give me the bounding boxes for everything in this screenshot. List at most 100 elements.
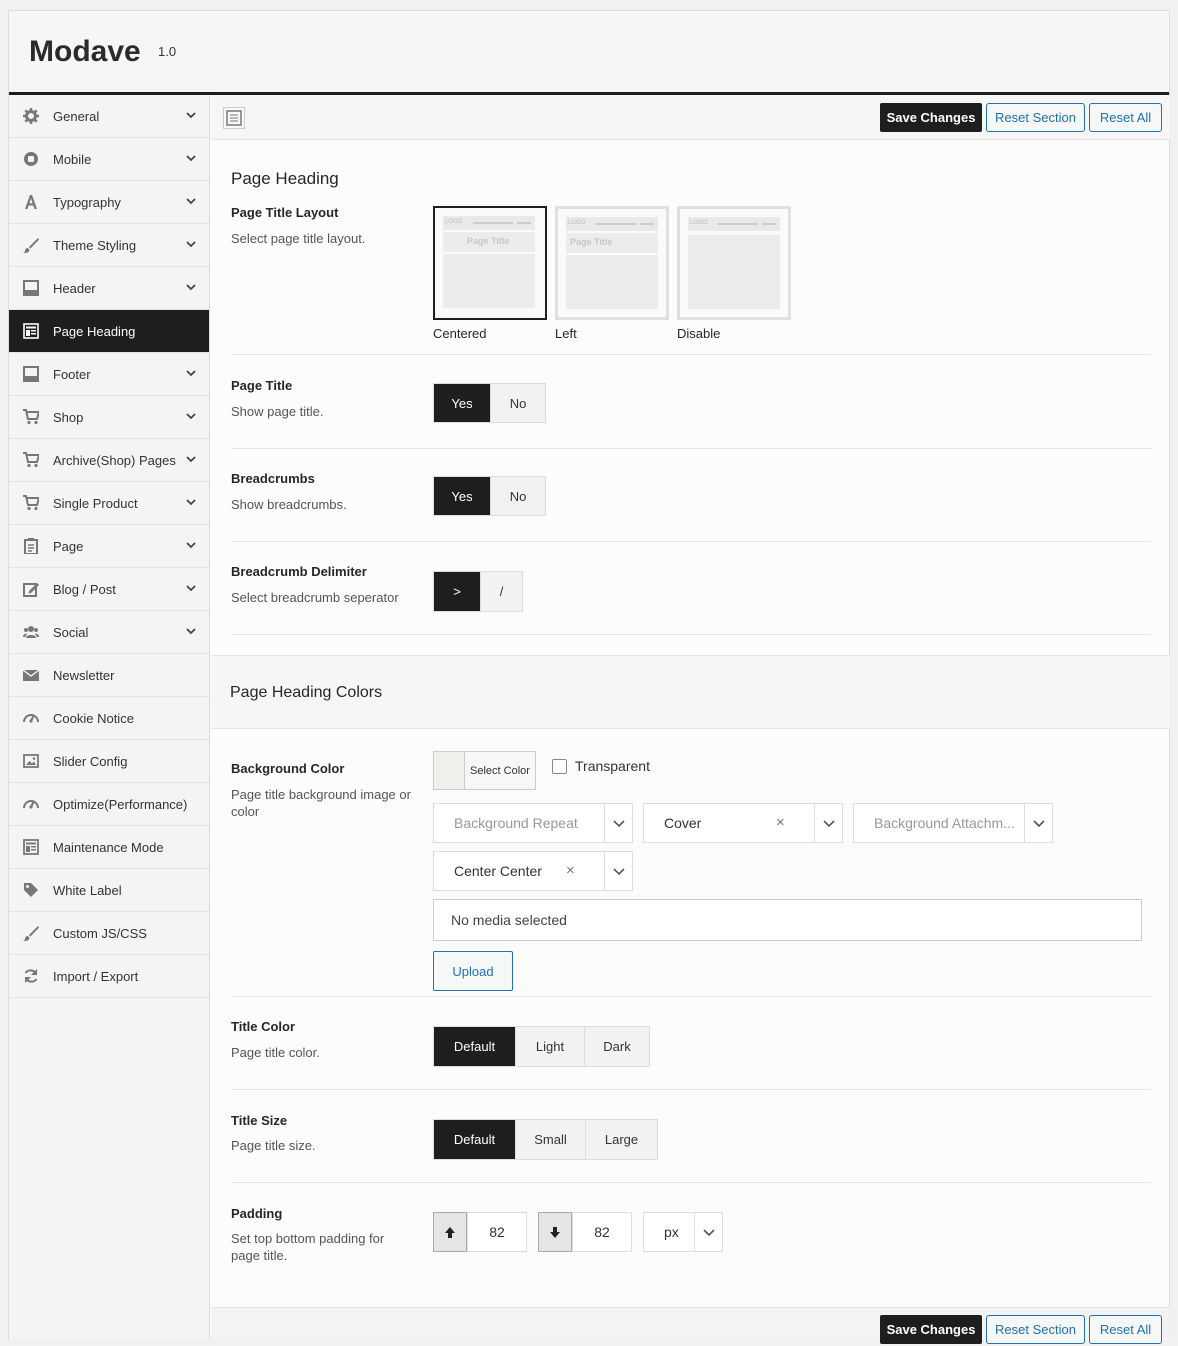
- sidebar-item-social[interactable]: Social: [9, 611, 209, 654]
- dashboard-icon: [23, 714, 39, 723]
- sidebar-item-label: Single Product: [53, 496, 138, 511]
- color-swatch: [434, 752, 465, 789]
- layout-option-left[interactable]: LOGO Page Title: [555, 206, 669, 320]
- sidebar-item-optimize-performance[interactable]: Optimize(Performance): [9, 783, 209, 826]
- chevron-down-icon: [186, 499, 196, 506]
- app-version: 1.0: [158, 44, 177, 59]
- sidebar-item-single-product[interactable]: Single Product: [9, 482, 209, 525]
- sidebar-item-maintenance-mode[interactable]: Maintenance Mode: [9, 826, 209, 869]
- padding-top-input[interactable]: 82: [467, 1212, 527, 1252]
- transparent-checkbox[interactable]: [552, 759, 567, 774]
- sidebar-item-label: White Label: [53, 883, 122, 898]
- upload-button[interactable]: Upload: [433, 951, 513, 991]
- reset-all-button[interactable]: Reset All: [1089, 103, 1162, 132]
- sidebar-item-white-label[interactable]: White Label: [9, 869, 209, 912]
- field-desc: Show breadcrumbs.: [231, 497, 347, 512]
- sidebar-item-archive-shop-pages[interactable]: Archive(Shop) Pages: [9, 439, 209, 482]
- padding-bottom-input[interactable]: 82: [572, 1212, 632, 1252]
- sidebar-item-label: Optimize(Performance): [53, 797, 188, 812]
- chevron-down-icon: [1033, 820, 1045, 828]
- padding-unit-select[interactable]: px: [643, 1212, 723, 1252]
- field-desc: Show page title.: [231, 404, 324, 419]
- chevron-down-icon: [186, 284, 196, 291]
- field-title-size: Title Size Page title size. Default Smal…: [231, 1090, 1151, 1183]
- layout-caption: Left: [555, 326, 577, 341]
- field-label: Title Color: [231, 1019, 296, 1034]
- sidebar-item-blog-post[interactable]: Blog / Post: [9, 568, 209, 611]
- field-desc: Page title background image or color: [231, 787, 411, 819]
- users-icon: [23, 626, 39, 638]
- field-page-title-layout: Page Title Layout Select page title layo…: [231, 195, 1151, 355]
- clear-icon[interactable]: ×: [566, 862, 575, 879]
- top-toolbar: Save Changes Reset Section Reset All: [211, 95, 1170, 140]
- layout-caption: Centered: [433, 326, 487, 341]
- chevron-down-icon: [186, 585, 196, 592]
- sidebar-item-theme-styling[interactable]: Theme Styling: [9, 224, 209, 267]
- layout-option-centered[interactable]: LOGO Page Title: [433, 206, 547, 320]
- sidebar-item-slider-config[interactable]: Slider Config: [9, 740, 209, 783]
- sidebar-item-page-heading[interactable]: Page Heading: [9, 310, 209, 353]
- sidebar-item-custom-js-css[interactable]: Custom JS/CSS: [9, 912, 209, 955]
- chevron-down-icon: [186, 370, 196, 377]
- sidebar-item-typography[interactable]: Typography: [9, 181, 209, 224]
- small-option[interactable]: Small: [515, 1120, 585, 1159]
- dark-option[interactable]: Dark: [584, 1027, 649, 1066]
- delimiter-option-arrow[interactable]: >: [434, 572, 480, 611]
- no-option[interactable]: No: [490, 384, 545, 422]
- clear-icon[interactable]: ×: [776, 814, 785, 831]
- background-attachment-select[interactable]: Background Attachm...: [853, 803, 1053, 843]
- chevron-down-icon: [613, 868, 625, 876]
- sidebar-item-label: Slider Config: [53, 754, 128, 769]
- sidebar-item-footer[interactable]: Footer: [9, 353, 209, 396]
- field-desc: Select breadcrumb seperator: [231, 590, 399, 605]
- sidebar-item-label: General: [53, 109, 100, 124]
- save-button[interactable]: Save Changes: [880, 103, 982, 132]
- default-option[interactable]: Default: [434, 1120, 515, 1159]
- yes-option[interactable]: Yes: [434, 384, 490, 422]
- sidebar-item-header[interactable]: Header: [9, 267, 209, 310]
- section-band: Page Heading Colors: [211, 655, 1170, 729]
- sidebar-item-import-export[interactable]: Import / Export: [9, 955, 209, 998]
- sidebar-item-shop[interactable]: Shop: [9, 396, 209, 439]
- expand-toggle-icon[interactable]: [223, 107, 245, 129]
- reset-section-button-bottom[interactable]: Reset Section: [986, 1315, 1085, 1344]
- color-picker-button[interactable]: Select Color: [433, 751, 536, 790]
- field-label: Page Title Layout: [231, 205, 339, 220]
- page-heading-icon: [23, 323, 39, 339]
- cart-icon: [23, 495, 39, 511]
- layout-option-disable[interactable]: LOGO: [677, 206, 791, 320]
- sidebar-item-page[interactable]: Page: [9, 525, 209, 568]
- light-option[interactable]: Light: [515, 1027, 584, 1066]
- media-placeholder: No media selected: [451, 912, 567, 928]
- sidebar-item-label: Social: [53, 625, 89, 640]
- sidebar-item-cookie-notice[interactable]: Cookie Notice: [9, 697, 209, 740]
- reset-all-button-bottom[interactable]: Reset All: [1089, 1315, 1162, 1344]
- arrow-up-icon: [433, 1212, 467, 1252]
- field-desc: Select page title layout.: [231, 231, 366, 246]
- background-position-select[interactable]: Center Center ×: [433, 851, 633, 891]
- yes-option[interactable]: Yes: [434, 477, 490, 515]
- background-repeat-select[interactable]: Background Repeat: [433, 803, 633, 843]
- chevron-down-icon: [186, 456, 196, 463]
- select-value: px: [664, 1224, 679, 1240]
- sidebar-item-general[interactable]: General: [9, 95, 209, 138]
- background-size-select[interactable]: Cover ×: [643, 803, 843, 843]
- preview-title: Page Title: [467, 236, 510, 246]
- clipboard-icon: [24, 538, 38, 554]
- reset-section-button[interactable]: Reset Section: [986, 103, 1085, 132]
- chevron-down-icon: [186, 241, 196, 248]
- default-option[interactable]: Default: [434, 1027, 515, 1066]
- media-url-field[interactable]: No media selected: [433, 899, 1142, 941]
- no-option[interactable]: No: [490, 477, 545, 515]
- sidebar-item-newsletter[interactable]: Newsletter: [9, 654, 209, 697]
- large-option[interactable]: Large: [585, 1120, 657, 1159]
- field-breadcrumb-delimiter: Breadcrumb Delimiter Select breadcrumb s…: [231, 542, 1151, 635]
- sidebar-item-label: Archive(Shop) Pages: [53, 453, 176, 468]
- delimiter-option-slash[interactable]: /: [480, 572, 522, 611]
- sidebar-item-mobile[interactable]: Mobile: [9, 138, 209, 181]
- save-button-bottom[interactable]: Save Changes: [880, 1315, 982, 1344]
- brush-icon: [23, 238, 39, 253]
- sidebar-item-label: Import / Export: [53, 969, 139, 984]
- edit-icon: [23, 583, 39, 597]
- chevron-down-icon: [186, 628, 196, 635]
